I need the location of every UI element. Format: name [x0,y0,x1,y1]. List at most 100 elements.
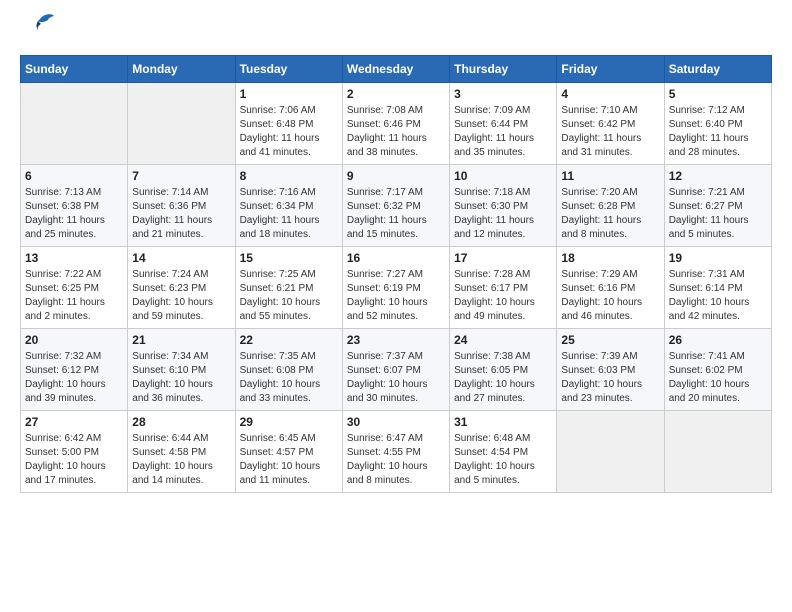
calendar-cell: 22 Sunrise: 7:35 AM Sunset: 6:08 PM Dayli… [235,329,342,411]
day-info: Sunrise: 6:45 AM Sunset: 4:57 PM Dayligh… [240,432,338,488]
day-number: 10 [454,169,552,183]
calendar-cell: 25 Sunrise: 7:39 AM Sunset: 6:03 PM Dayli… [557,329,664,411]
calendar-cell: 16 Sunrise: 7:27 AM Sunset: 6:19 PM Dayli… [342,247,449,329]
calendar-cell: 1 Sunrise: 7:06 AM Sunset: 6:48 PM Daylig… [235,83,342,165]
day-number: 12 [669,169,767,183]
calendar-cell [21,83,128,165]
calendar-cell: 28Sunrise: 6:44 AM Sunset: 4:58 PM Dayli… [128,411,235,493]
day-number: 21 [132,333,230,347]
day-number: 25 [561,333,659,347]
calendar-cell: 10 Sunrise: 7:18 AM Sunset: 6:30 PM Dayli… [450,165,557,247]
calendar-body: 1 Sunrise: 7:06 AM Sunset: 6:48 PM Daylig… [21,83,772,493]
weekday-header-wednesday: Wednesday [342,56,449,83]
day-number: 28 [132,415,230,429]
calendar-cell: 19 Sunrise: 7:31 AM Sunset: 6:14 PM Dayli… [664,247,771,329]
logo [20,20,56,45]
calendar-cell: 24Sunrise: 7:38 AM Sunset: 6:05 PM Dayli… [450,329,557,411]
day-number: 1 [240,87,338,101]
calendar-cell: 4Sunrise: 7:10 AM Sunset: 6:42 PM Daylig… [557,83,664,165]
day-number: 14 [132,251,230,265]
calendar-cell: 3Sunrise: 7:09 AM Sunset: 6:44 PM Daylig… [450,83,557,165]
weekday-header-friday: Friday [557,56,664,83]
calendar-week-row: 20 Sunrise: 7:32 AM Sunset: 6:12 PM Dayli… [21,329,772,411]
calendar-cell: 6 Sunrise: 7:13 AM Sunset: 6:38 PM Daylig… [21,165,128,247]
weekday-header-monday: Monday [128,56,235,83]
calendar-cell: 8 Sunrise: 7:16 AM Sunset: 6:34 PM Daylig… [235,165,342,247]
day-info: Sunrise: 7:38 AM Sunset: 6:05 PM Dayligh… [454,350,552,406]
day-number: 9 [347,169,445,183]
calendar-cell: 5 Sunrise: 7:12 AM Sunset: 6:40 PM Daylig… [664,83,771,165]
day-info: Sunrise: 7:17 AM Sunset: 6:32 PM Dayligh… [347,186,445,242]
day-info: Sunrise: 7:22 AM Sunset: 6:25 PM Dayligh… [25,268,123,324]
day-number: 17 [454,251,552,265]
day-info: Sunrise: 7:39 AM Sunset: 6:03 PM Dayligh… [561,350,659,406]
day-number: 7 [132,169,230,183]
day-number: 20 [25,333,123,347]
day-number: 11 [561,169,659,183]
weekday-header-tuesday: Tuesday [235,56,342,83]
day-number: 3 [454,87,552,101]
calendar-week-row: 6 Sunrise: 7:13 AM Sunset: 6:38 PM Daylig… [21,165,772,247]
day-info: Sunrise: 7:20 AM Sunset: 6:28 PM Dayligh… [561,186,659,242]
day-number: 13 [25,251,123,265]
calendar-cell: 27Sunrise: 6:42 AM Sunset: 5:00 PM Dayli… [21,411,128,493]
day-info: Sunrise: 7:32 AM Sunset: 6:12 PM Dayligh… [25,350,123,406]
day-info: Sunrise: 7:41 AM Sunset: 6:02 PM Dayligh… [669,350,767,406]
calendar-cell [664,411,771,493]
logo-bird-icon [26,10,56,45]
day-number: 8 [240,169,338,183]
calendar-table: SundayMondayTuesdayWednesdayThursdayFrid… [20,55,772,493]
day-info: Sunrise: 7:18 AM Sunset: 6:30 PM Dayligh… [454,186,552,242]
day-number: 18 [561,251,659,265]
day-info: Sunrise: 7:35 AM Sunset: 6:08 PM Dayligh… [240,350,338,406]
calendar-cell: 13 Sunrise: 7:22 AM Sunset: 6:25 PM Dayli… [21,247,128,329]
day-info: Sunrise: 7:31 AM Sunset: 6:14 PM Dayligh… [669,268,767,324]
day-info: Sunrise: 7:29 AM Sunset: 6:16 PM Dayligh… [561,268,659,324]
day-info: Sunrise: 7:34 AM Sunset: 6:10 PM Dayligh… [132,350,230,406]
weekday-header-sunday: Sunday [21,56,128,83]
day-info: Sunrise: 7:25 AM Sunset: 6:21 PM Dayligh… [240,268,338,324]
calendar-cell [557,411,664,493]
calendar-week-row: 27Sunrise: 6:42 AM Sunset: 5:00 PM Dayli… [21,411,772,493]
calendar-cell: 20 Sunrise: 7:32 AM Sunset: 6:12 PM Dayli… [21,329,128,411]
day-info: Sunrise: 7:16 AM Sunset: 6:34 PM Dayligh… [240,186,338,242]
calendar-cell: 15 Sunrise: 7:25 AM Sunset: 6:21 PM Dayli… [235,247,342,329]
day-info: Sunrise: 6:47 AM Sunset: 4:55 PM Dayligh… [347,432,445,488]
day-number: 26 [669,333,767,347]
calendar-cell: 9 Sunrise: 7:17 AM Sunset: 6:32 PM Daylig… [342,165,449,247]
day-info: Sunrise: 7:37 AM Sunset: 6:07 PM Dayligh… [347,350,445,406]
calendar-cell: 7 Sunrise: 7:14 AM Sunset: 6:36 PM Daylig… [128,165,235,247]
day-info: Sunrise: 7:27 AM Sunset: 6:19 PM Dayligh… [347,268,445,324]
day-number: 16 [347,251,445,265]
weekday-header-saturday: Saturday [664,56,771,83]
calendar-header: SundayMondayTuesdayWednesdayThursdayFrid… [21,56,772,83]
day-number: 30 [347,415,445,429]
calendar-cell: 17 Sunrise: 7:28 AM Sunset: 6:17 PM Dayli… [450,247,557,329]
day-info: Sunrise: 7:28 AM Sunset: 6:17 PM Dayligh… [454,268,552,324]
weekday-header-row: SundayMondayTuesdayWednesdayThursdayFrid… [21,56,772,83]
calendar-cell [128,83,235,165]
day-number: 6 [25,169,123,183]
day-info: Sunrise: 7:06 AM Sunset: 6:48 PM Dayligh… [240,104,338,160]
day-number: 15 [240,251,338,265]
day-info: Sunrise: 6:48 AM Sunset: 4:54 PM Dayligh… [454,432,552,488]
day-number: 5 [669,87,767,101]
weekday-header-thursday: Thursday [450,56,557,83]
day-number: 22 [240,333,338,347]
day-info: Sunrise: 7:14 AM Sunset: 6:36 PM Dayligh… [132,186,230,242]
day-info: Sunrise: 7:08 AM Sunset: 6:46 PM Dayligh… [347,104,445,160]
calendar-cell: 18 Sunrise: 7:29 AM Sunset: 6:16 PM Dayli… [557,247,664,329]
calendar-cell: 12Sunrise: 7:21 AM Sunset: 6:27 PM Dayli… [664,165,771,247]
day-info: Sunrise: 6:42 AM Sunset: 5:00 PM Dayligh… [25,432,123,488]
calendar-week-row: 13 Sunrise: 7:22 AM Sunset: 6:25 PM Dayli… [21,247,772,329]
day-info: Sunrise: 7:13 AM Sunset: 6:38 PM Dayligh… [25,186,123,242]
calendar-cell: 11 Sunrise: 7:20 AM Sunset: 6:28 PM Dayli… [557,165,664,247]
calendar-cell: 31Sunrise: 6:48 AM Sunset: 4:54 PM Dayli… [450,411,557,493]
day-info: Sunrise: 7:12 AM Sunset: 6:40 PM Dayligh… [669,104,767,160]
day-info: Sunrise: 7:24 AM Sunset: 6:23 PM Dayligh… [132,268,230,324]
calendar-week-row: 1 Sunrise: 7:06 AM Sunset: 6:48 PM Daylig… [21,83,772,165]
calendar-cell: 23Sunrise: 7:37 AM Sunset: 6:07 PM Dayli… [342,329,449,411]
calendar-cell: 14 Sunrise: 7:24 AM Sunset: 6:23 PM Dayli… [128,247,235,329]
calendar-cell: 29Sunrise: 6:45 AM Sunset: 4:57 PM Dayli… [235,411,342,493]
day-number: 19 [669,251,767,265]
